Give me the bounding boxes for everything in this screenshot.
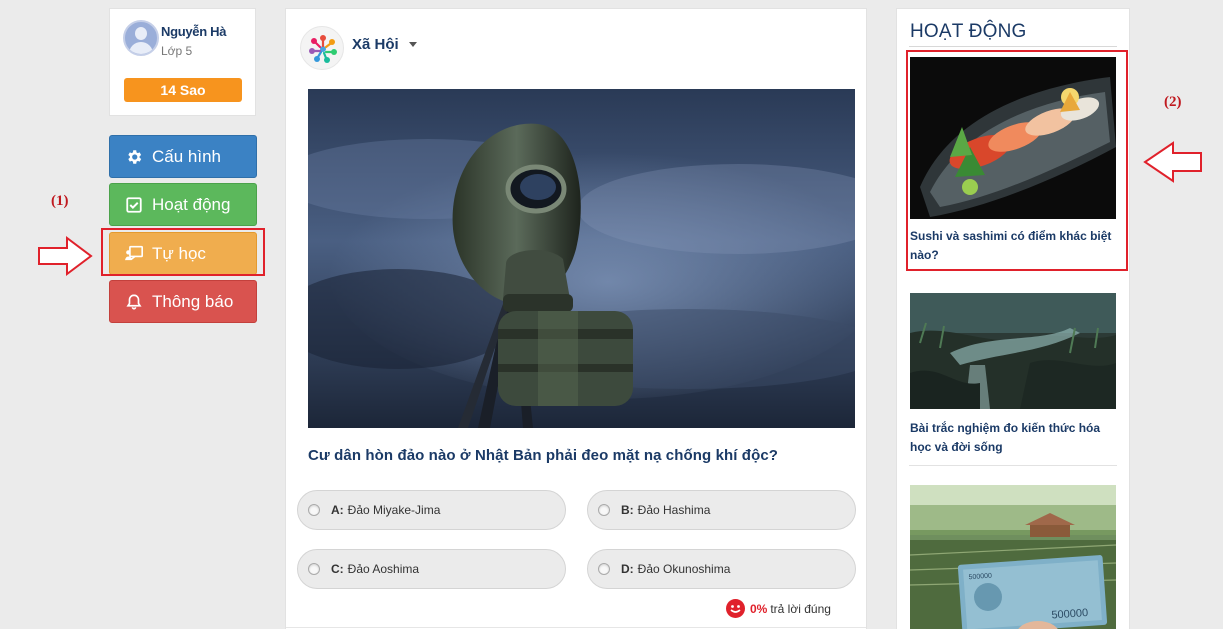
annotation-label-1: (1) <box>51 193 69 209</box>
menu-label: Thông báo <box>152 291 234 311</box>
activity-item-image[interactable]: 500000 500000 <box>910 485 1116 629</box>
answer-text: Đảo Miyake-Jima <box>347 503 441 517</box>
checkbox-icon <box>124 195 144 215</box>
correct-answer-stat: 0% trả lời đúng <box>726 599 831 618</box>
chevron-down-icon[interactable] <box>409 42 417 47</box>
answer-option-d[interactable]: D: Đảo Okunoshima <box>587 549 856 589</box>
user-name[interactable]: Nguyễn Hà <box>161 24 227 39</box>
answer-letter: C: <box>331 562 344 576</box>
category-logo-icon[interactable] <box>300 26 344 70</box>
avatar[interactable] <box>123 20 159 56</box>
answer-text: Đảo Aoshima <box>347 562 420 576</box>
radio-icon[interactable] <box>598 504 610 516</box>
annotation-label-2: (2) <box>1164 94 1182 110</box>
menu-label: Cấu hình <box>152 146 221 166</box>
radio-icon[interactable] <box>308 504 320 516</box>
arrow-left-icon <box>1143 141 1203 188</box>
svg-text:500000: 500000 <box>1051 607 1088 622</box>
answer-option-c[interactable]: C: Đảo Aoshima <box>297 549 566 589</box>
answer-text: Đảo Okunoshima <box>637 562 731 576</box>
user-class: Lớp 5 <box>161 44 193 58</box>
stars-badge: 14 Sao <box>124 78 242 102</box>
stat-percent: 0% <box>750 601 768 616</box>
post-card: Xã Hội Cư dân hòn đảo nào ở Nhật Bản phả… <box>285 8 867 629</box>
highlight-box-2 <box>906 50 1128 271</box>
divider <box>909 46 1117 47</box>
category-name[interactable]: Xã Hội <box>352 36 399 53</box>
answer-letter: D: <box>621 562 634 576</box>
answer-option-a[interactable]: A: Đảo Miyake-Jima <box>297 490 566 530</box>
smiley-icon <box>726 599 745 618</box>
sidebar-title: HOẠT ĐỘNG <box>910 21 1027 42</box>
activity-item-image[interactable] <box>910 293 1116 409</box>
profile-card: Nguyễn Hà Lớp 5 14 Sao <box>109 8 256 116</box>
answer-letter: A: <box>331 503 344 517</box>
answer-text: Đảo Hashima <box>637 503 711 517</box>
arrow-right-icon <box>37 236 93 281</box>
radio-icon[interactable] <box>598 563 610 575</box>
divider <box>286 627 866 628</box>
question-text: Cư dân hòn đảo nào ở Nhật Bản phải đeo m… <box>308 447 779 464</box>
answer-letter: B: <box>621 503 634 517</box>
activity-item-title[interactable]: Bài trắc nghiệm đo kiến thức hóa học và … <box>910 419 1118 457</box>
highlight-box-1 <box>101 228 265 276</box>
menu-button-activity[interactable]: Hoạt động <box>109 183 257 226</box>
answer-option-b[interactable]: B: Đảo Hashima <box>587 490 856 530</box>
divider <box>909 465 1117 466</box>
menu-button-config[interactable]: Cấu hình <box>109 135 257 178</box>
stat-label: trả lời đúng <box>770 601 831 616</box>
radio-icon[interactable] <box>308 563 320 575</box>
post-image <box>308 89 855 428</box>
gear-icon <box>124 147 144 167</box>
menu-label: Hoạt động <box>152 194 231 214</box>
menu-button-notifications[interactable]: Thông báo <box>109 280 257 323</box>
bell-icon <box>124 292 144 312</box>
